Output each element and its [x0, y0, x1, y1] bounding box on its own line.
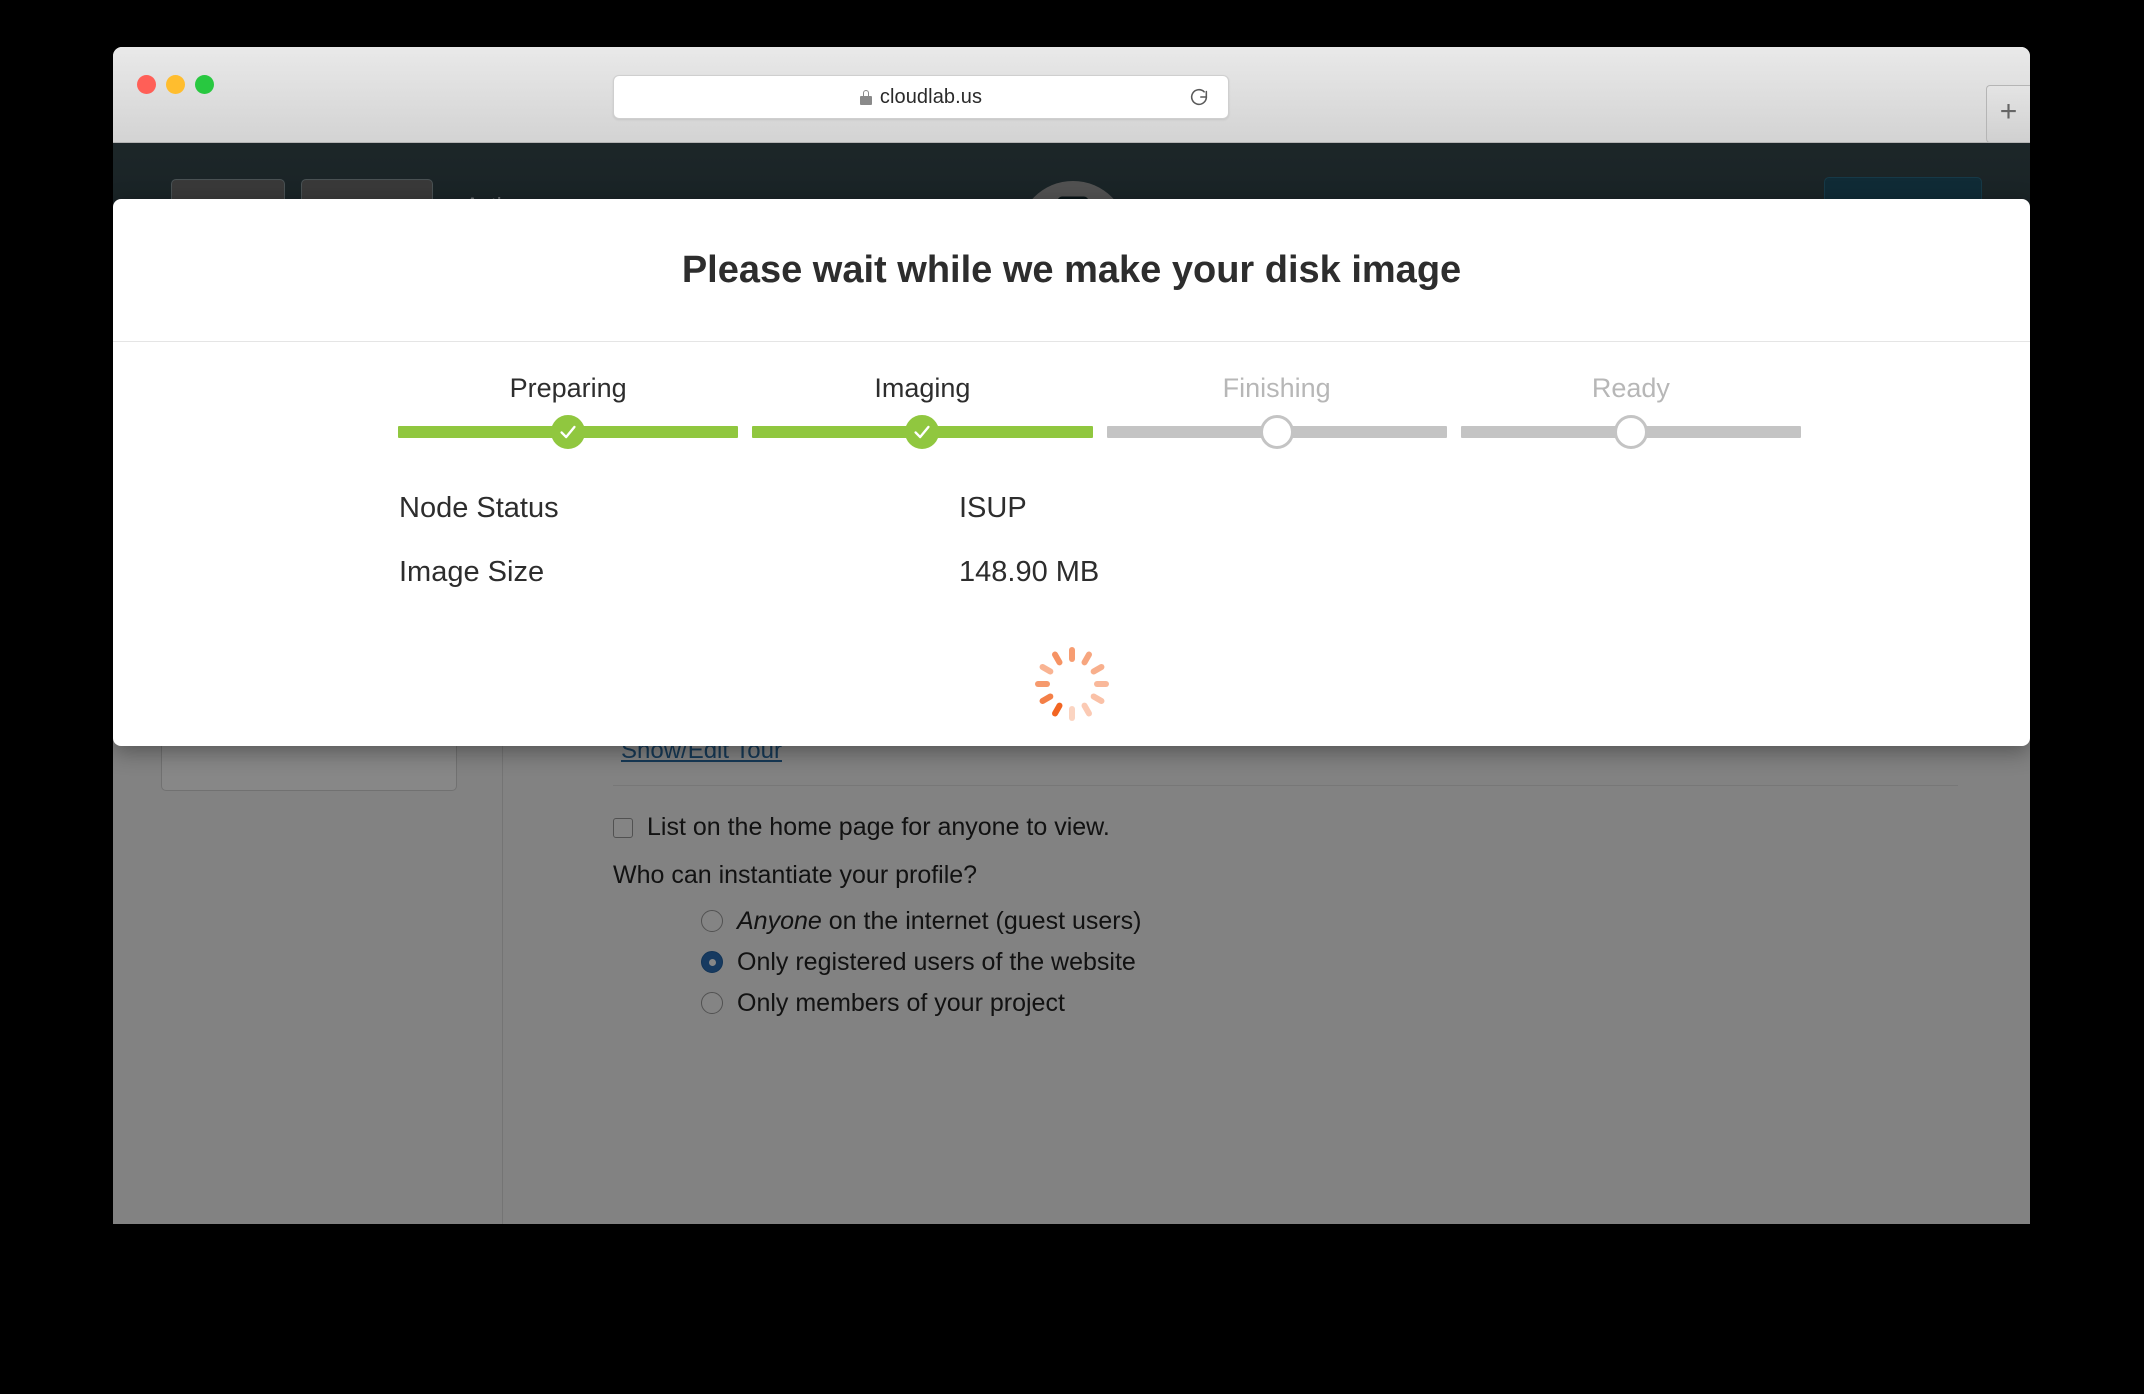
close-window-button[interactable] [137, 75, 156, 94]
section-divider [613, 785, 1958, 786]
radio-project-members-circle[interactable] [701, 992, 723, 1014]
minimize-window-button[interactable] [166, 75, 185, 94]
step-preparing-label: Preparing [509, 373, 627, 403]
address-bar[interactable]: cloudlab.us [613, 75, 1229, 119]
who-can-instantiate-question: Who can instantiate your profile? [613, 861, 978, 889]
address-bar-text: cloudlab.us [879, 85, 983, 108]
modal-title: Please wait while we make your disk imag… [681, 248, 1462, 291]
step-imaging-dot [905, 415, 940, 449]
reload-icon[interactable] [1188, 86, 1210, 108]
spinner-blade [1037, 692, 1054, 706]
status-table: Node Status ISUP Image Size 148.90 MB [399, 492, 1359, 620]
list-on-home-page-row[interactable]: List on the home page for anyone to view… [613, 813, 1110, 842]
list-on-home-page-label: List on the home page for anyone to view… [647, 813, 1110, 841]
window-traffic-lights [137, 75, 214, 94]
node-status-key: Node Status [399, 492, 559, 524]
step-ready-label: Ready [1591, 373, 1670, 403]
maximize-window-button[interactable] [195, 75, 214, 94]
step-preparing: Preparing [391, 369, 745, 457]
browser-toolbar: cloudlab.us + [113, 47, 2030, 143]
step-ready: Ready [1454, 369, 1808, 457]
radio-option-anyone[interactable]: Anyone on the internet (guest users) [701, 901, 1141, 941]
list-on-home-page-checkbox[interactable] [613, 817, 633, 838]
image-size-value: 148.90 MB [959, 556, 1100, 588]
step-ready-dot [1613, 415, 1648, 449]
step-preparing-dot [551, 415, 586, 449]
modal-body: Preparing Imaging Finishing Ready Node S… [113, 342, 2030, 746]
step-imaging-label: Imaging [874, 373, 971, 403]
radio-option-project-members[interactable]: Only members of your project [701, 983, 1141, 1023]
radio-anyone-emphasis: Anyone [737, 906, 822, 935]
progress-stepper: Preparing Imaging Finishing Ready [391, 369, 1808, 457]
lock-icon [859, 89, 872, 105]
radio-anyone-rest: on the internet (guest users) [821, 906, 1142, 935]
spinner-blade [1034, 681, 1050, 687]
spinner-blade [1068, 706, 1075, 721]
spinner-blade [1068, 647, 1075, 662]
spinner-blade [1089, 692, 1106, 706]
radio-registered-label: Only registered users of the website [737, 947, 1136, 976]
step-imaging: Imaging [745, 369, 1099, 457]
step-finishing-label: Finishing [1222, 373, 1331, 403]
radio-option-registered[interactable]: Only registered users of the website [701, 942, 1141, 982]
disk-image-progress-modal: Please wait while we make your disk imag… [113, 199, 2030, 746]
spinner-blade [1050, 701, 1064, 718]
radio-anyone-circle[interactable] [701, 910, 723, 932]
spinner-blade [1089, 662, 1106, 676]
image-size-key: Image Size [399, 556, 545, 588]
status-row-node-status: Node Status ISUP [399, 492, 1359, 556]
address-bar-content: cloudlab.us [859, 85, 983, 109]
step-finishing-dot [1259, 415, 1294, 449]
instantiate-permission-radio-group: Anyone on the internet (guest users) Onl… [701, 901, 1141, 1024]
spinner-blade [1079, 650, 1093, 667]
node-status-value: ISUP [959, 492, 1027, 524]
loading-spinner-icon [1034, 632, 1109, 721]
new-tab-button[interactable]: + [1986, 85, 2030, 143]
radio-anyone-label: Anyone on the internet (guest users) [737, 907, 1141, 936]
status-row-image-size: Image Size 148.90 MB [399, 556, 1359, 620]
modal-header: Please wait while we make your disk imag… [113, 199, 2030, 342]
spinner-blade [1093, 681, 1109, 687]
spinner-blade [1079, 701, 1093, 718]
radio-registered-circle[interactable] [701, 951, 723, 973]
step-finishing: Finishing [1100, 369, 1454, 457]
spinner-blade [1050, 650, 1064, 667]
radio-project-members-label: Only members of your project [737, 988, 1065, 1017]
spinner-blade [1037, 662, 1054, 676]
